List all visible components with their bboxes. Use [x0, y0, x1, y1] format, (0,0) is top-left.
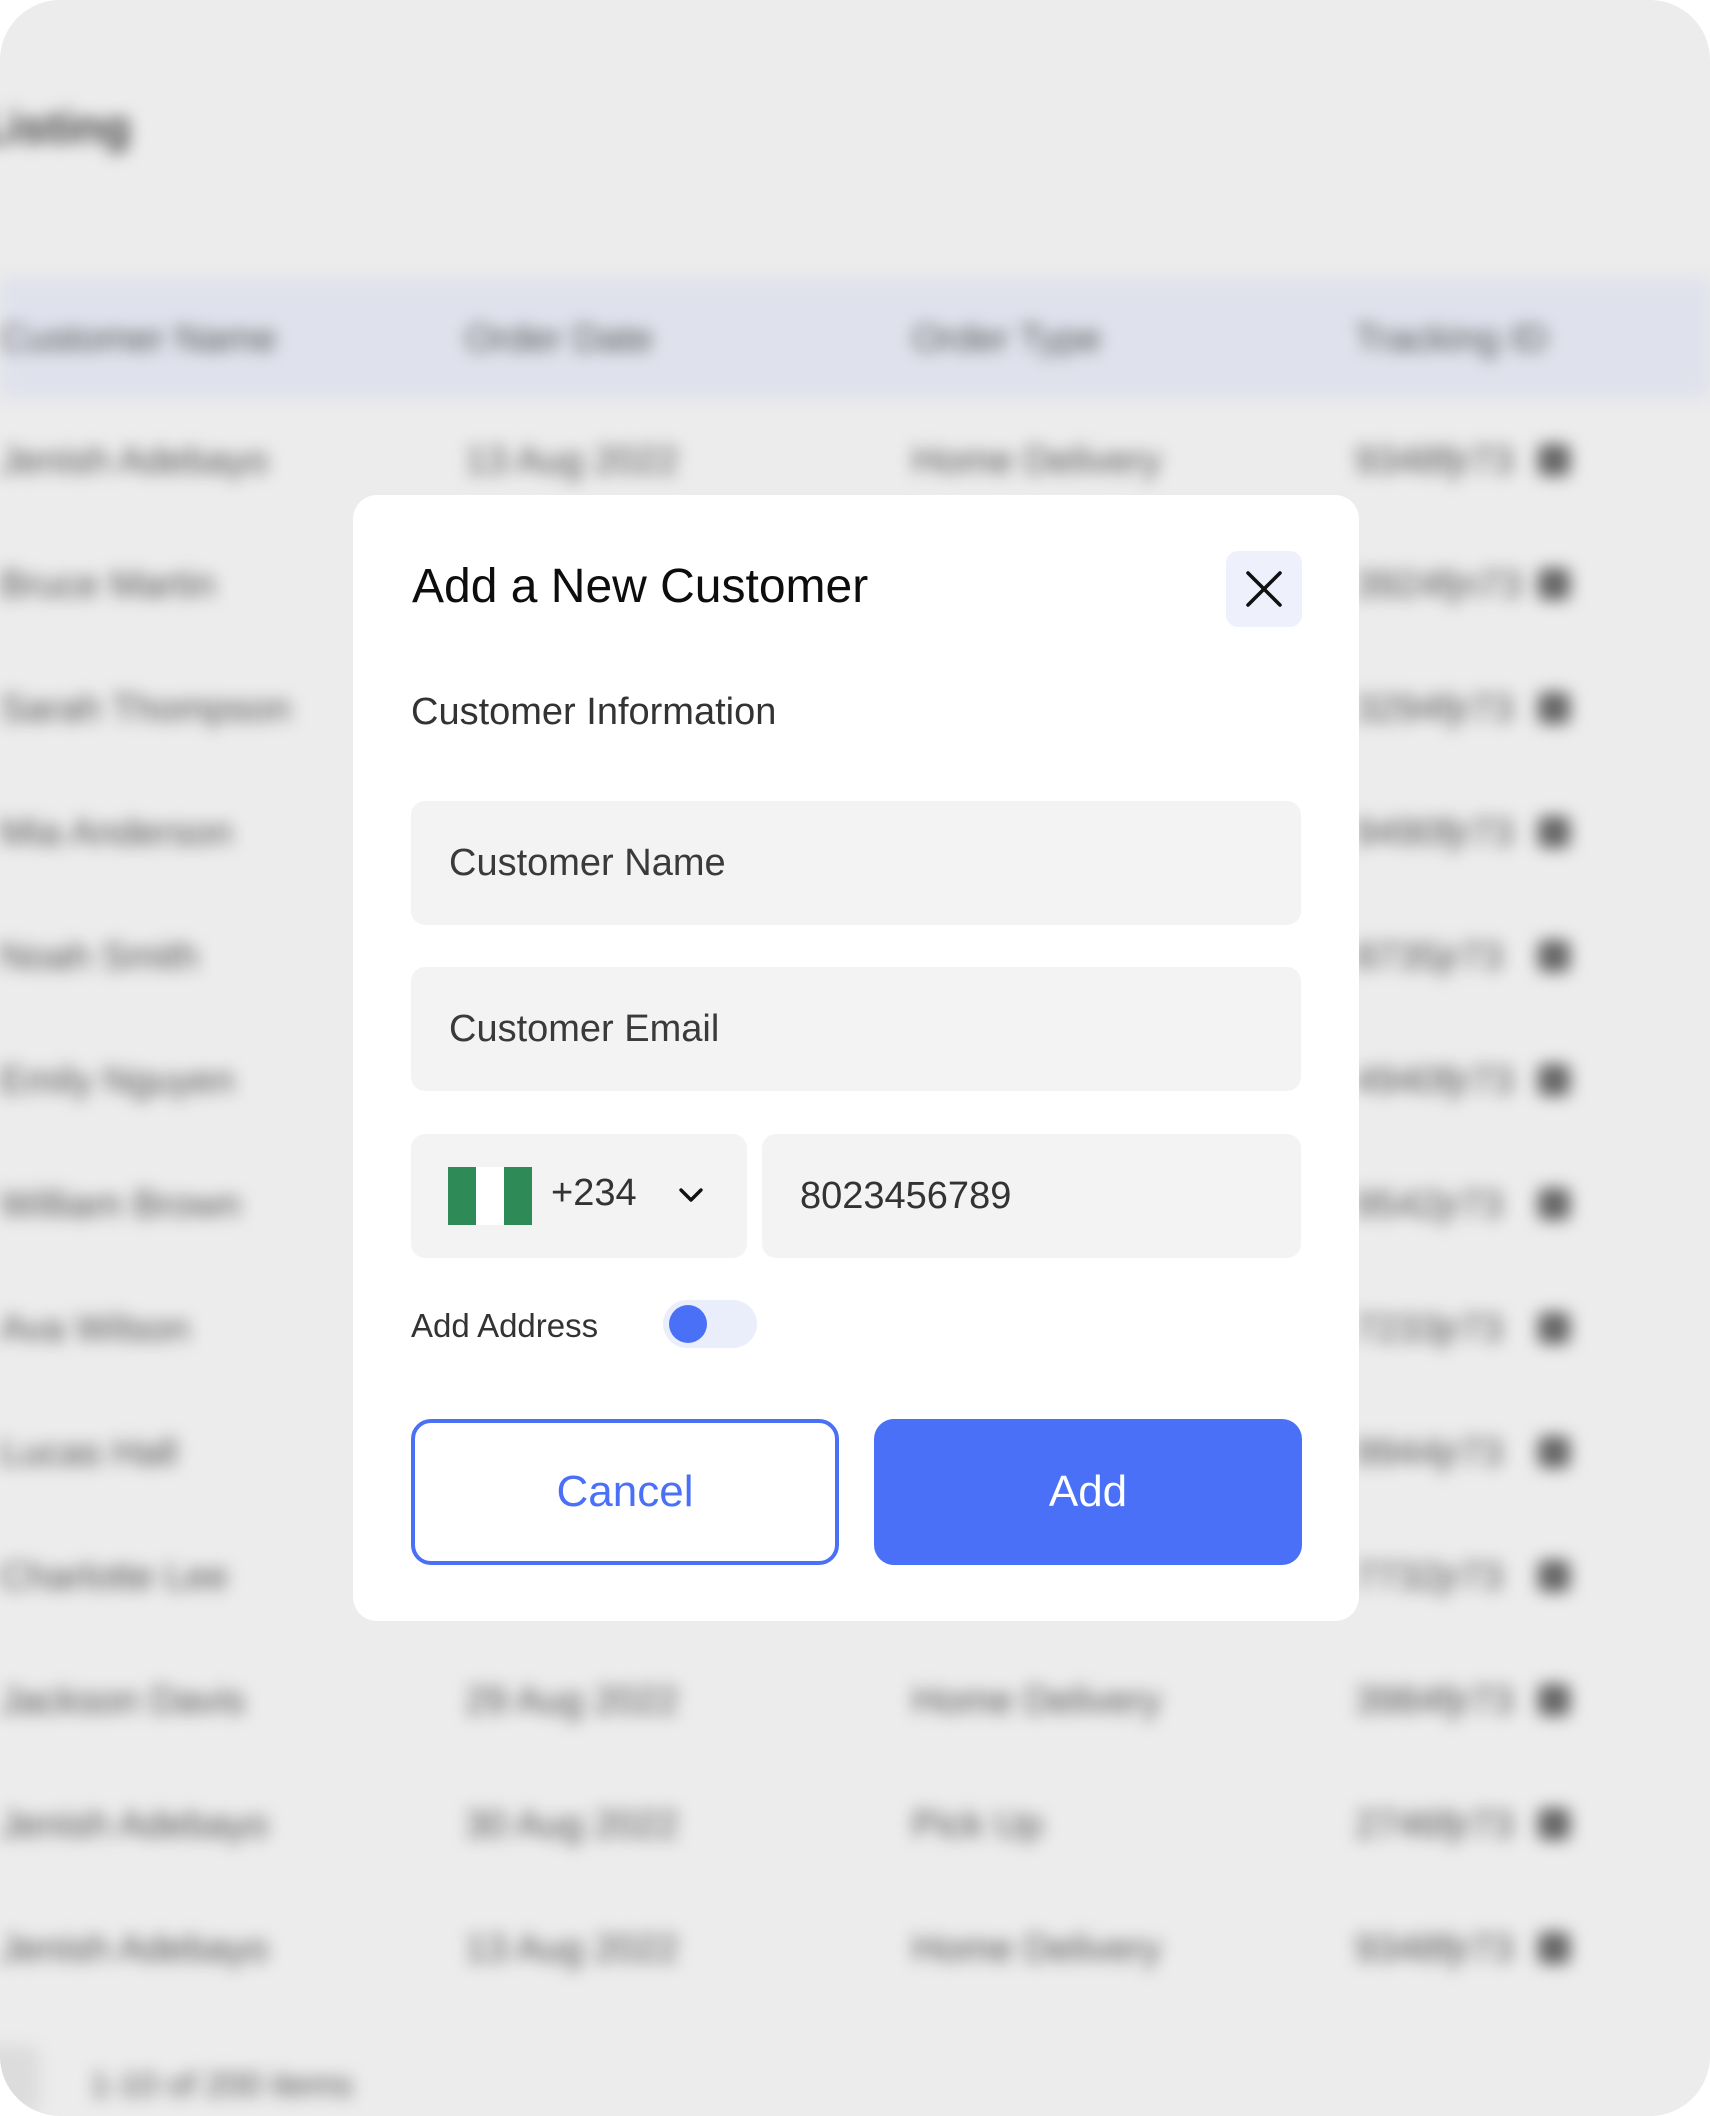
table-cell: 30 Aug 2022 — [465, 1804, 679, 1846]
pagination-text: 1-10 of 200 items — [90, 2066, 353, 2104]
cancel-button[interactable]: Cancel — [411, 1419, 839, 1565]
table-cell: Bruce Martin — [0, 564, 216, 606]
dialog-title: Add a New Customer — [412, 560, 869, 613]
table-cell: 3294fjr73 — [1355, 688, 1514, 730]
table-cell: Charlotte Lee — [0, 1556, 229, 1598]
table-cell: 8735jr73 — [1355, 936, 1503, 978]
copy-icon — [1538, 1808, 1570, 1840]
table-cell: Jenish Adebayo — [0, 440, 269, 482]
table-cell: 3984fjr73 — [1355, 1680, 1514, 1722]
copy-icon — [1538, 1064, 1570, 1096]
copy-icon — [1538, 1312, 1570, 1344]
phone-number-field[interactable] — [762, 1134, 1301, 1258]
column-header-tracking-id: Tracking ID — [1355, 318, 1548, 360]
close-icon — [1246, 571, 1282, 607]
table-cell: 2746fjr73 — [1355, 1804, 1514, 1846]
table-cell: 9348fjr73 — [1355, 440, 1514, 482]
table-cell: Noah Smith — [0, 936, 199, 978]
table-cell: Jackson Davis — [0, 1680, 245, 1722]
table-cell: Emily Nguyen — [0, 1060, 235, 1102]
chevron-down-icon — [679, 1188, 703, 1202]
table-cell: 7732jr73 — [1355, 1556, 1503, 1598]
copy-icon — [1538, 816, 1570, 848]
flag-stripe — [448, 1167, 476, 1225]
table-cell: Home Delivery — [912, 1680, 1162, 1722]
country-code-value: +234 — [551, 1172, 637, 1214]
table-row: Jenish Adebayo 13 Aug 2022 Home Delivery 93… — [0, 1888, 1710, 2012]
copy-icon — [1538, 1188, 1570, 1220]
copy-icon — [1538, 568, 1570, 600]
table-cell: 13 Aug 2022 — [465, 1928, 679, 1970]
table-row: Jackson Davis 29 Aug 2022 Home Delivery 398… — [0, 1640, 1710, 1764]
copy-icon — [1538, 692, 1570, 724]
column-header-customer-name: Customer Name — [0, 318, 277, 360]
country-code-select[interactable]: +234 — [411, 1134, 747, 1258]
table-cell: 4940fjr73 — [1355, 1060, 1514, 1102]
copy-icon — [1538, 1436, 1570, 1468]
customer-name-field[interactable] — [411, 801, 1301, 925]
add-button[interactable]: Add — [874, 1419, 1302, 1565]
table-cell: Jenish Adebayo — [0, 1928, 269, 1970]
table-cell: Pick Up — [912, 1804, 1043, 1846]
table-row: Jenish Adebayo 30 Aug 2022 Pick Up 2746fjr7… — [0, 1764, 1710, 1888]
table-cell: 7233jr73 — [1355, 1308, 1503, 1350]
table-cell: Home Delivery — [912, 1928, 1162, 1970]
table-cell: William Brown — [0, 1184, 241, 1226]
page-title: Listing — [0, 101, 131, 153]
table-cell: Mia Anderson — [0, 812, 233, 854]
close-button[interactable] — [1226, 551, 1302, 627]
table-cell: Jenish Adebayo — [0, 1804, 269, 1846]
table-cell: 13 Aug 2022 — [465, 440, 679, 482]
table-cell: 9542jr73 — [1355, 1184, 1503, 1226]
table-cell: 29 Aug 2022 — [465, 1680, 679, 1722]
flag-stripe — [504, 1167, 532, 1225]
table-cell: 9490fjr73 — [1355, 812, 1514, 854]
toggle-knob — [669, 1305, 707, 1343]
table-cell: Ava Wilson — [0, 1308, 190, 1350]
table-cell: 9348fjr73 — [1355, 1928, 1514, 1970]
flag-stripe — [476, 1167, 504, 1225]
table-cell: 3924fjn73 — [1355, 564, 1522, 606]
copy-icon — [1538, 940, 1570, 972]
column-header-order-date: Order Date — [465, 318, 653, 360]
column-header-order-type: Order Type — [912, 318, 1102, 360]
table-cell: Sarah Thompson — [0, 688, 291, 730]
add-address-toggle[interactable] — [663, 1300, 757, 1348]
copy-icon — [1538, 1932, 1570, 1964]
customer-email-field[interactable] — [411, 967, 1301, 1091]
app-frame: Listing Customer Name Order Date Order T… — [0, 0, 1710, 2116]
copy-icon — [1538, 1684, 1570, 1716]
nigeria-flag-icon — [448, 1167, 532, 1225]
add-customer-dialog: Add a New Customer Customer Information … — [353, 495, 1359, 1621]
table-cell: Lucas Hall — [0, 1432, 178, 1474]
table-header: Customer Name Order Date Order Type Trac… — [0, 278, 1710, 398]
copy-icon — [1538, 1560, 1570, 1592]
table-cell: 9944jr73 — [1355, 1432, 1503, 1474]
copy-icon — [1538, 444, 1570, 476]
table-cell: Home Delivery — [912, 440, 1162, 482]
add-address-label: Add Address — [411, 1307, 599, 1344]
section-title: Customer Information — [411, 691, 777, 733]
pagination-control — [0, 2045, 40, 2115]
